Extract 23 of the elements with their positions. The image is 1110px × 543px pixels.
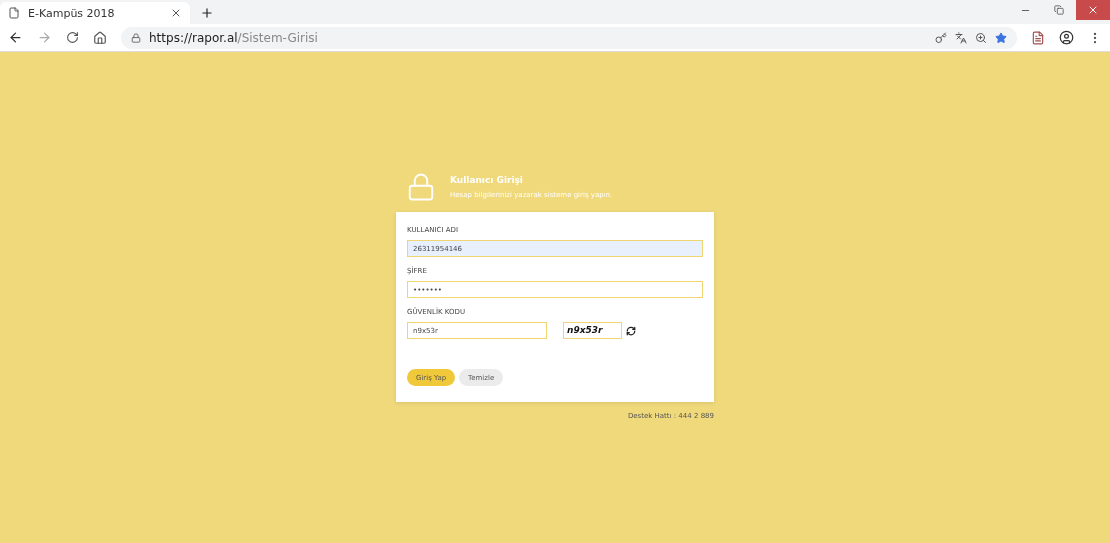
page-icon (8, 7, 20, 19)
profile-icon[interactable] (1059, 30, 1074, 45)
restore-icon[interactable] (1054, 5, 1064, 15)
new-tab-button[interactable] (200, 6, 214, 20)
pdf-extension-icon[interactable] (1031, 30, 1045, 45)
address-bar[interactable]: https://rapor.al/Sistem-Girisi (121, 26, 1017, 49)
back-button[interactable] (8, 30, 23, 45)
browser-tab[interactable]: E-Kampüs 2018 (0, 2, 190, 24)
translate-icon[interactable] (955, 31, 967, 44)
key-icon (935, 31, 947, 44)
reload-button[interactable] (66, 31, 79, 44)
close-icon (1087, 4, 1099, 16)
zoom-icon[interactable] (975, 31, 987, 44)
lock-icon (131, 32, 141, 43)
tab-title: E-Kampüs 2018 (28, 6, 116, 20)
close-tab-button[interactable] (170, 7, 182, 19)
bookmark-star-icon[interactable] (995, 31, 1007, 44)
refresh-icon[interactable] (626, 325, 636, 336)
home-button[interactable] (93, 30, 107, 45)
url-text: https://rapor.al/Sistem-Girisi (149, 30, 318, 45)
captcha-image: n9x53r (563, 322, 622, 339)
login-title: Kullanıcı Girişi (450, 175, 524, 185)
padlock-icon (406, 172, 436, 202)
